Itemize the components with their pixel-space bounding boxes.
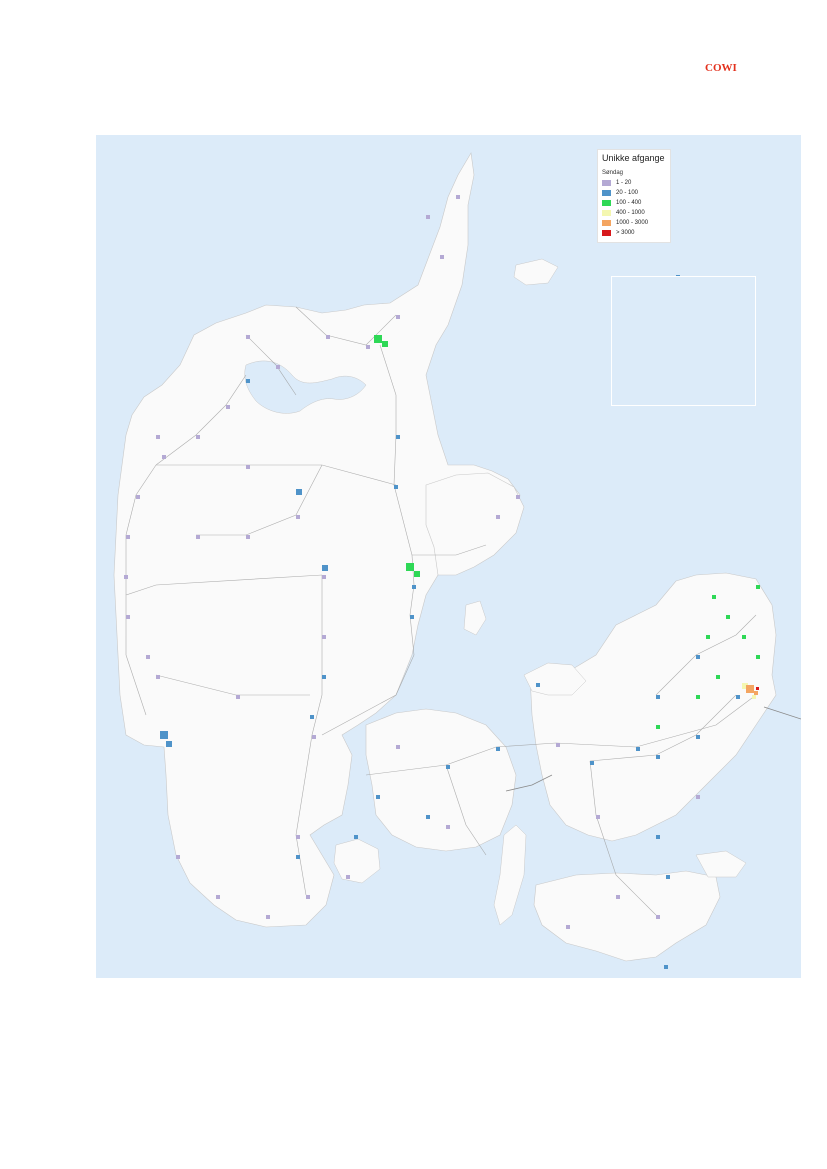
legend-swatch	[602, 210, 611, 216]
legend-item: 100 - 400	[602, 198, 666, 208]
legend-item: 400 - 1000	[602, 208, 666, 218]
legend-swatch	[602, 180, 611, 186]
legend-subtitle: Søndag	[602, 170, 624, 176]
denmark-map[interactable]	[96, 135, 801, 978]
bornholm-inset-frame	[611, 276, 756, 406]
legend-item-label: 1000 - 3000	[616, 220, 649, 226]
legend-item-label: 100 - 400	[616, 200, 642, 206]
legend-item-label: 400 - 1000	[616, 210, 645, 216]
lolland-falster-landmass	[533, 870, 721, 962]
legend-item: 1000 - 3000	[602, 218, 666, 228]
legend-item-label: > 3000	[616, 230, 635, 236]
legend-swatch	[602, 230, 611, 236]
legend-title: Unikke afgange	[602, 153, 665, 163]
legend-swatch	[602, 200, 611, 206]
langeland-island	[493, 824, 527, 926]
legend-swatch	[602, 220, 611, 226]
funen-landmass	[365, 708, 517, 852]
legend-item: > 3000	[602, 228, 666, 238]
legend-item: 1 - 20	[602, 178, 666, 188]
legend-swatch	[602, 190, 611, 196]
zealand-landmass	[529, 572, 777, 842]
djursland-landmass	[425, 472, 525, 576]
samsoe-island	[463, 600, 487, 636]
density-class-over-3000	[756, 687, 759, 690]
legend-item-label: 1 - 20	[616, 180, 632, 186]
moen-island	[695, 850, 747, 878]
oresund-link	[763, 706, 801, 720]
map-canvas	[113, 152, 801, 969]
laeso-island	[513, 258, 559, 286]
legend-item: 20 - 100	[602, 188, 666, 198]
map-legend: Unikke afgange Søndag 1 - 20 20 - 100 10…	[597, 149, 671, 243]
legend-item-label: 20 - 100	[616, 190, 639, 196]
als-island	[333, 838, 381, 884]
cowi-logo: COWI	[705, 62, 737, 74]
